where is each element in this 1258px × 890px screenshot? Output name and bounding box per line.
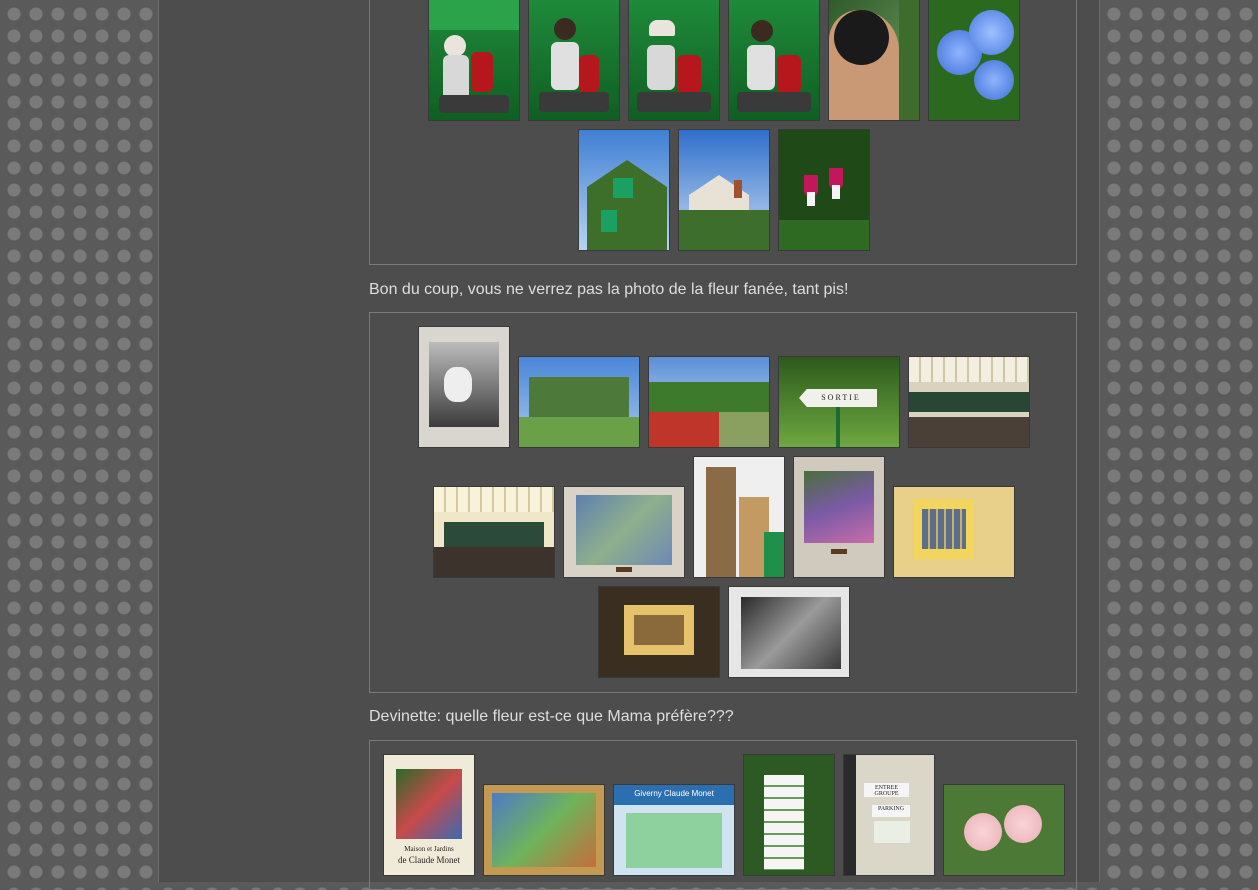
photo-thumb-poster[interactable]: Maison et Jardins de Claude Monet — [384, 755, 474, 875]
photo-thumb-garden-painting[interactable] — [794, 457, 884, 577]
photo-thumb-stairs-3[interactable] — [629, 0, 719, 120]
photo-thumb-monet-house-1[interactable] — [579, 130, 669, 250]
photo-thumb-bw-garden[interactable] — [729, 587, 849, 677]
photo-thumb-hydrangea[interactable] — [929, 0, 1019, 120]
photo-thumb-studio-hall[interactable] — [434, 487, 554, 577]
photo-thumb-pink-flowers[interactable] — [944, 785, 1064, 875]
photo-thumb-flower-beds[interactable] — [649, 357, 769, 447]
photo-thumb-display-case[interactable] — [599, 587, 719, 677]
sign-parking: PARKING — [877, 806, 905, 812]
gallery-caption-2: Devinette: quelle fleur est-ce que Mama … — [369, 708, 734, 725]
photo-thumb-stairs-4[interactable] — [729, 0, 819, 120]
photo-thumb-gift-shop[interactable] — [909, 357, 1029, 447]
photo-thumb-sortie-sign[interactable]: SORTIE — [779, 357, 899, 447]
photo-thumb-garden-house[interactable] — [519, 357, 639, 447]
photo-thumb-portrait[interactable] — [829, 0, 919, 120]
poster-line1: Maison et Jardins — [404, 845, 454, 853]
photo-thumb-yellow-cabinet[interactable] — [894, 487, 1014, 577]
poster-line2: de Claude Monet — [398, 855, 460, 865]
photo-thumb-monet-portrait[interactable] — [419, 327, 509, 447]
gallery-caption-1: Bon du coup, vous ne verrez pas la photo… — [369, 281, 849, 298]
photo-thumb-direction-signs[interactable]: ENTREE GROUPE PARKING — [844, 755, 934, 875]
photo-thumb-stairs-1[interactable] — [429, 0, 519, 120]
photo-thumb-fuchsia[interactable] — [779, 130, 869, 250]
photo-thumb-water-lilies[interactable] — [564, 487, 684, 577]
sortie-sign-text: SORTIE — [821, 393, 861, 402]
photo-thumb-postcard-rack[interactable] — [744, 755, 834, 875]
photo-thumb-stairs-2[interactable] — [529, 0, 619, 120]
photo-thumb-interior-door[interactable] — [694, 457, 784, 577]
map-title: Giverny Claude Monet — [634, 789, 714, 798]
photo-thumb-monet-house-2[interactable] — [679, 130, 769, 250]
photo-thumb-giverny-map[interactable]: Giverny Claude Monet — [614, 785, 734, 875]
sign-entree: ENTREE GROUPE — [874, 785, 899, 797]
photo-thumb-garden-plan[interactable] — [484, 785, 604, 875]
